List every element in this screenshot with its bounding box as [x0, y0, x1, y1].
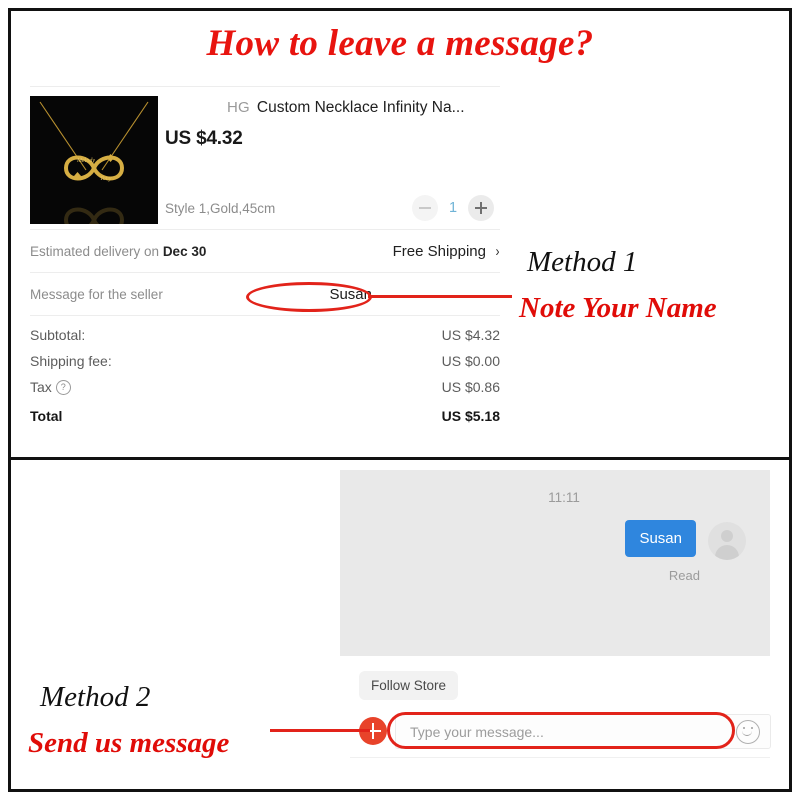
- product-thumbnail[interactable]: Melody Tony: [30, 96, 158, 224]
- message-composer: Type your message...: [359, 710, 771, 752]
- tax-help-icon[interactable]: ?: [55, 379, 71, 395]
- emoji-mouth: [741, 729, 752, 736]
- total-row-value: US $4.32: [441, 327, 500, 343]
- total-row-label: Tax?: [30, 379, 71, 395]
- quantity-increase-button[interactable]: [468, 195, 494, 221]
- total-row-label: Shipping fee:: [30, 353, 112, 369]
- plus-icon-v: [480, 202, 482, 214]
- emoji-icon[interactable]: [736, 719, 760, 744]
- message-input[interactable]: Type your message...: [395, 714, 771, 749]
- highlight-ellipse-seller-message: [246, 282, 372, 312]
- chat-message-row: Susan: [625, 520, 746, 560]
- svg-text:Tony: Tony: [100, 176, 112, 182]
- quantity-decrease-button[interactable]: [412, 195, 438, 221]
- product-price: US $4.32: [165, 128, 243, 149]
- totals-section: Subtotal: US $4.32 Shipping fee: US $0.0…: [30, 316, 500, 429]
- total-row-label: Subtotal:: [30, 327, 86, 343]
- annotation-method2-title: Method 2: [40, 681, 151, 713]
- total-row: Shipping fee: US $0.00: [30, 348, 500, 374]
- shipping-label: Free Shipping: [392, 242, 486, 260]
- chat-bubble-outgoing[interactable]: Susan: [625, 520, 696, 557]
- annotation-method2-subtitle: Send us message: [28, 727, 230, 759]
- avatar-body-icon: [715, 545, 739, 560]
- leader-line-method1: [368, 295, 512, 299]
- chat-read-status: Read: [668, 568, 700, 583]
- chevron-right-icon: ›: [495, 242, 500, 260]
- plus-icon-v: [371, 723, 375, 739]
- product-bottom-row: Style 1,Gold,45cm 1: [165, 195, 500, 221]
- quantity-stepper[interactable]: 1: [412, 195, 494, 221]
- chat-message-panel: 11:11 Susan Read: [340, 470, 770, 656]
- svg-text:Melody: Melody: [76, 158, 95, 164]
- product-title-line: HG Custom Necklace Infinity Na...: [165, 99, 500, 117]
- store-badge: HG: [227, 99, 250, 116]
- grand-total-value: US $5.18: [441, 408, 500, 424]
- screenshot-root: How to leave a message? Melody Tony HG C…: [0, 0, 800, 800]
- delivery-date: Dec 30: [162, 243, 207, 259]
- seller-message-label: Message for the seller: [30, 286, 163, 302]
- panel-divider: [11, 457, 789, 460]
- product-info: HG Custom Necklace Infinity Na... US $4.…: [165, 99, 500, 150]
- delivery-row[interactable]: Estimated delivery on Dec 30 Free Shippi…: [30, 230, 500, 272]
- bottom-divider: [350, 757, 770, 758]
- grand-total-row: Total US $5.18: [30, 403, 500, 429]
- quantity-value: 1: [448, 200, 458, 216]
- necklace-image: Melody Tony: [30, 96, 158, 224]
- total-row: Tax? US $0.86: [30, 374, 500, 400]
- product-variant[interactable]: Style 1,Gold,45cm: [165, 201, 275, 216]
- total-row: Subtotal: US $4.32: [30, 322, 500, 348]
- product-row[interactable]: Melody Tony HG Custom Necklace Infinity …: [30, 87, 500, 229]
- checkout-card: Melody Tony HG Custom Necklace Infinity …: [30, 86, 500, 438]
- shipping-option[interactable]: Free Shipping ›: [393, 243, 500, 260]
- avatar-head-icon: [721, 530, 733, 542]
- annotation-method1-title: Method 1: [527, 246, 638, 278]
- leader-line-method2: [270, 729, 370, 733]
- follow-store-button[interactable]: Follow Store: [359, 671, 459, 700]
- avatar[interactable]: [708, 522, 746, 560]
- total-row-value: US $0.86: [441, 379, 500, 395]
- delivery-label: Estimated delivery on Dec 30: [30, 243, 207, 259]
- minus-icon: [419, 207, 431, 209]
- message-input-placeholder: Type your message...: [410, 723, 544, 740]
- total-row-value: US $0.00: [441, 353, 500, 369]
- annotation-method1-subtitle: Note Your Name: [519, 292, 717, 324]
- grand-total-label: Total: [30, 408, 63, 424]
- chat-timestamp: 11:11: [548, 490, 580, 505]
- product-title[interactable]: Custom Necklace Infinity Na...: [257, 99, 465, 117]
